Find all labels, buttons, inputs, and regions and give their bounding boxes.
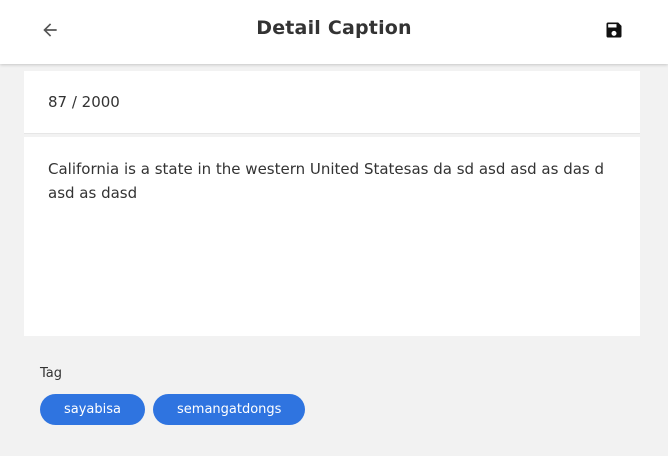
floppy-disk-icon <box>606 22 622 38</box>
caption-card: California is a state in the western Uni… <box>24 137 640 336</box>
page-title: Detail Caption <box>256 17 412 39</box>
caption-input[interactable]: California is a state in the western Uni… <box>48 157 618 317</box>
tag-chip[interactable]: sayabisa <box>40 394 146 425</box>
tag-label: Tag <box>40 366 63 381</box>
save-button[interactable] <box>598 14 630 46</box>
tag-chip[interactable]: semangatdongs <box>153 394 306 425</box>
character-counter-card: 87 / 2000 <box>24 71 640 134</box>
app-header: Detail Caption <box>0 0 668 64</box>
character-counter: 87 / 2000 <box>48 93 120 111</box>
tag-list: sayabisa semangatdongs <box>40 394 306 425</box>
app-root: Detail Caption 87 / 2000 California is a… <box>0 0 668 456</box>
